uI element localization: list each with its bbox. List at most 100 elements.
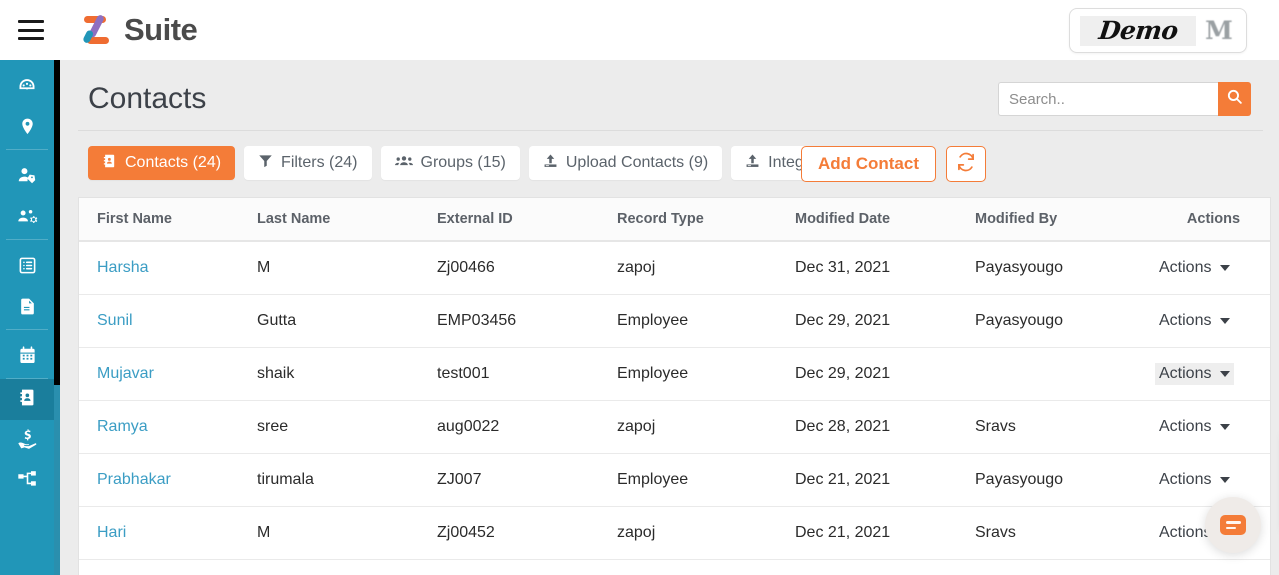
actions-trigger-label: Actions [1159,418,1212,435]
actions-dropdown-trigger[interactable]: Actions [1155,257,1234,279]
table-row: Harsha M Zj00466 zapoj Dec 31, 2021 Payasyoug… [79,241,1270,295]
upload-icon [745,153,760,174]
avatar[interactable]: M [1202,15,1236,47]
demo-logo-image: Demo [1080,15,1196,46]
demo-account-badge[interactable]: Demo M [1069,8,1247,53]
tab-groups[interactable]: Groups (15) [380,146,520,180]
column-header-record-type[interactable]: Record Type [617,198,795,242]
calendar-icon [18,345,37,370]
upload-icon [543,153,558,174]
sidebar-item-calendar[interactable] [0,337,54,378]
table-body: Harsha M Zj00466 zapoj Dec 31, 2021 Payasyoug… [79,241,1270,575]
sidebar-item-teams[interactable] [0,198,54,239]
search-button[interactable] [1218,82,1251,116]
dashboard-icon [17,75,37,100]
actions-trigger-label: Actions [1159,365,1212,382]
cell-actions: Actions [1155,559,1270,575]
brand-logo[interactable]: Suite [81,12,198,48]
column-header-modified-by[interactable]: Modified By [975,198,1155,242]
cell-modified-date: Dec 31, 2021 [795,241,975,295]
share-network-icon [17,469,38,495]
chat-widget-button[interactable] [1205,497,1261,553]
cell-external-id: Zj00466 [437,241,617,295]
cell-modified-by: Payasyougo [975,241,1155,295]
document-icon [18,297,37,321]
cell-external-id: test001 [437,347,617,401]
demo-label: Demo [1096,16,1180,45]
location-pin-icon [18,117,37,141]
hamburger-icon[interactable] [18,20,44,40]
cell-last-name: Gutta [257,294,437,348]
actions-dropdown-trigger[interactable]: Actions [1155,310,1234,332]
cell-first-name: Hari [79,506,257,560]
actions-dropdown-trigger[interactable]: Actions [1155,416,1234,438]
tab-filters[interactable]: Filters (24) [244,146,372,180]
contacts-table: First Name Last Name External ID Record … [78,197,1271,575]
cell-actions: Actions [1155,294,1270,348]
cell-actions: Actions [1155,347,1270,401]
cell-external-id: Zj00451 [437,559,617,575]
cell-modified-date: Dec 28, 2021 [795,400,975,454]
main-content: Contacts Contacts (24) Filters (24) [60,60,1279,575]
sidebar [0,60,54,575]
cell-last-name: M [257,241,437,295]
contact-link[interactable]: Sunil [97,312,133,329]
sidebar-item-leads[interactable] [0,157,54,198]
contact-link[interactable]: Mujavar [97,365,154,382]
list-icon [18,256,37,280]
tab-contacts[interactable]: Contacts (24) [88,146,236,180]
sidebar-item-contacts[interactable] [0,379,54,420]
hand-dollar-icon [17,428,38,454]
sidebar-item-tasks[interactable] [0,247,54,288]
column-header-actions: Actions [1155,198,1270,242]
cell-record-type: zapoj [617,506,795,560]
sidebar-item-location[interactable] [0,108,54,149]
tab-upload-contacts[interactable]: Upload Contacts (9) [528,146,723,180]
column-header-external-id[interactable]: External ID [437,198,617,242]
contact-link[interactable]: Ramya [97,418,148,435]
cell-first-name: Sunil [79,294,257,348]
add-contact-button[interactable]: Add Contact [800,146,936,182]
column-header-first-name[interactable]: First Name [79,198,257,242]
table-header-row: First Name Last Name External ID Record … [79,198,1270,242]
cell-last-name: sree [257,400,437,454]
contact-link[interactable]: Prabhakar [97,471,171,488]
actions-dropdown-trigger[interactable]: Actions [1155,363,1235,385]
search-input[interactable] [998,82,1218,116]
brand-name: Suite [124,12,198,47]
column-header-last-name[interactable]: Last Name [257,198,437,242]
cell-record-type: Employee [617,453,795,507]
chat-bubble-icon [1220,515,1246,535]
refresh-button[interactable] [946,146,986,182]
cell-modified-by: Sravs [975,400,1155,454]
sidebar-item-payments[interactable] [0,420,54,461]
cell-first-name: Anshu [79,559,257,575]
table-row: AnshuTrZj00451EmployeeDec 13, 2021Payasy… [79,559,1270,575]
cell-modified-by [975,347,1155,401]
cell-modified-by: Payasyougo [975,453,1155,507]
chevron-down-icon [1220,318,1231,324]
contact-link[interactable]: Harsha [97,259,149,276]
cell-modified-date: Dec 21, 2021 [795,506,975,560]
cell-actions: Actions [1155,453,1270,507]
table-row: Hari M Zj00452 zapoj Dec 21, 2021 Sravs Action… [79,506,1270,560]
user-tag-icon [17,165,38,191]
actions-trigger-label: Actions [1159,524,1212,541]
sidebar-item-integrations[interactable] [0,461,54,502]
tab-upload-contacts-label: Upload Contacts (9) [565,154,709,171]
cell-record-type: zapoj [617,400,795,454]
cell-last-name: Tr [257,559,437,575]
sidebar-item-documents[interactable] [0,288,54,329]
toolbar-actions: Add Contact [800,146,986,182]
sidebar-scrollbar[interactable] [54,60,60,385]
cell-record-type: zapoj [617,241,795,295]
cell-first-name: Ramya [79,400,257,454]
sidebar-item-dashboard[interactable] [0,67,54,108]
cell-last-name: M [257,506,437,560]
cell-external-id: aug0022 [437,400,617,454]
tab-filters-label: Filters (24) [281,154,358,171]
column-header-modified-date[interactable]: Modified Date [795,198,975,242]
table-row: Mujavar shaik test001 Employee Dec 29, 2021 A… [79,347,1270,401]
actions-dropdown-trigger[interactable]: Actions [1155,469,1234,491]
contact-link[interactable]: Hari [97,524,126,541]
